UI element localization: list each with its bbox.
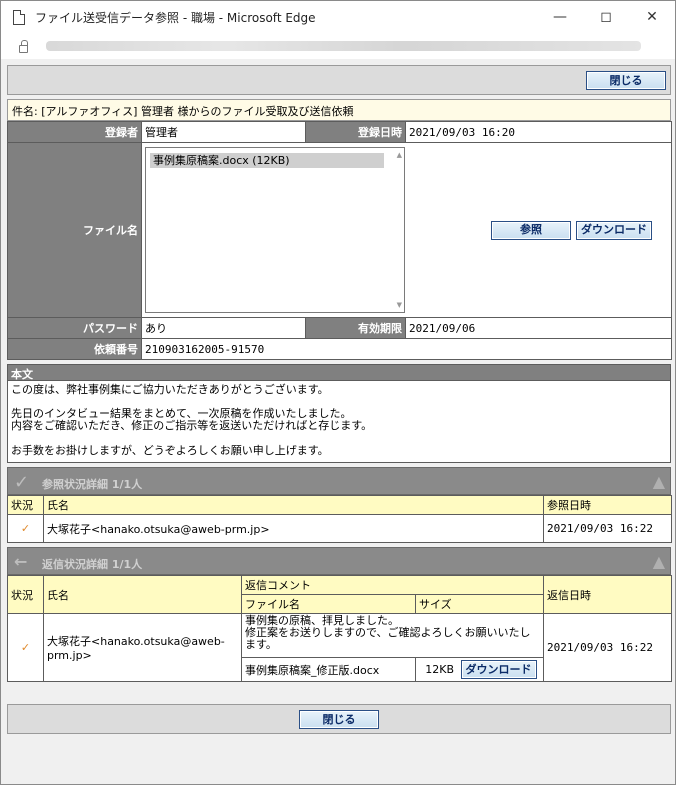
reply-file: 事例集原稿案_修正版.docx <box>241 657 416 682</box>
col-status: 状況 <box>7 495 44 515</box>
registrant-value: 管理者 <box>141 121 306 143</box>
top-toolbar: 閉じる <box>7 65 671 95</box>
collapse-up-icon[interactable]: ▲ <box>653 552 665 571</box>
body-line: お手数をお掛けしますが、どうぞよろしくお願い申し上げます。 <box>11 443 329 457</box>
reply-size: 12KB <box>425 662 454 676</box>
col-status: 状況 <box>7 575 44 614</box>
title-bar: ファイル送受信データ参照 - 職場 - Microsoft Edge — ◻ ✕ <box>1 1 675 33</box>
close-button-bottom[interactable]: 閉じる <box>299 710 379 729</box>
table-row: ✓ 大塚花子<hanako.otsuka@aweb-prm.jp> 事例集の原稿… <box>7 613 672 682</box>
reg-date-value: 2021/09/03 16:20 <box>405 121 672 143</box>
col-comment: 返信コメント <box>241 575 544 595</box>
row-time: 2021/09/03 16:22 <box>543 613 672 682</box>
expiry-label: 有効期限 <box>305 317 406 339</box>
reply-status-header[interactable]: ← 返信状況詳細 1/1人 ▲ <box>7 547 671 575</box>
page-content: 閉じる 件名: [アルファオフィス] 管理者 様からのファイル受取及び送信依頼 … <box>7 65 672 734</box>
reply-size-cell: 12KB ダウンロード <box>415 657 544 682</box>
collapse-up-icon[interactable]: ▲ <box>653 472 665 491</box>
maximize-icon[interactable]: ◻ <box>583 1 629 33</box>
file-cell: 事例集原稿案.docx (12KB) ▲ ▼ 参照 ダウンロード <box>141 142 672 318</box>
table-row: ✓ 大塚花子<hanako.otsuka@aweb-prm.jp> 2021/0… <box>7 514 672 543</box>
password-value: あり <box>141 317 306 339</box>
request-no-label: 依頼番号 <box>7 338 142 360</box>
window-title: ファイル送受信データ参照 - 職場 - Microsoft Edge <box>35 10 316 25</box>
comment-line: 修正案をお送りしますので、ご確認よろしくお願いいたします。 <box>245 626 531 651</box>
reply-status-table: 状況 氏名 返信コメント 返信日時 ファイル名 サイズ ✓ 大塚花子<hanak… <box>7 575 672 682</box>
subject-line: 件名: [アルファオフィス] 管理者 様からのファイル受取及び送信依頼 <box>7 99 671 121</box>
reg-date-label: 登録日時 <box>305 121 406 143</box>
page-icon <box>13 9 25 25</box>
check-icon: ✓ <box>7 613 44 682</box>
filename-label: ファイル名 <box>7 142 142 318</box>
ref-status-header[interactable]: ✓ 参照状況詳細 1/1人 ▲ <box>7 467 671 495</box>
row-name: 大塚花子<hanako.otsuka@aweb-prm.jp> <box>43 514 544 543</box>
request-no-value: 210903162005-91570 <box>141 338 672 360</box>
close-button-top[interactable]: 閉じる <box>586 71 666 90</box>
row-name: 大塚花子<hanako.otsuka@aweb-prm.jp> <box>43 613 242 682</box>
ref-status-table: 状況 氏名 参照日時 ✓ 大塚花子<hanako.otsuka@aweb-prm… <box>7 495 672 543</box>
reply-status-icon: ← <box>14 552 28 571</box>
col-name: 氏名 <box>43 495 544 515</box>
col-reply-time: 返信日時 <box>543 575 672 614</box>
col-ref-time: 参照日時 <box>543 495 672 515</box>
browse-button[interactable]: 参照 <box>491 220 571 240</box>
ref-status-title: 参照状況詳細 1/1人 <box>42 478 143 491</box>
body-line: この度は、弊社事例集にご協力いただきありがとうございます。 <box>11 383 329 396</box>
file-list-item[interactable]: 事例集原稿案.docx (12KB) <box>150 153 384 168</box>
address-bar[interactable] <box>1 33 675 59</box>
minimize-icon[interactable]: — <box>537 1 583 33</box>
file-listbox[interactable]: 事例集原稿案.docx (12KB) ▲ ▼ <box>145 147 405 313</box>
password-label: パスワード <box>7 317 142 339</box>
col-filename: ファイル名 <box>241 594 416 614</box>
reply-comment: 事例集の原稿、拝見しました。 修正案をお送りしますので、ご確認よろしくお願いいた… <box>241 613 544 658</box>
download-button[interactable]: ダウンロード <box>576 220 652 240</box>
body-text: この度は、弊社事例集にご協力いただきありがとうございます。 先日のインタビュー結… <box>7 381 671 463</box>
col-size: サイズ <box>415 594 544 614</box>
reply-status-title: 返信状況詳細 1/1人 <box>42 558 143 571</box>
close-icon[interactable]: ✕ <box>629 1 675 33</box>
reply-download-button[interactable]: ダウンロード <box>460 660 537 679</box>
registrant-label: 登録者 <box>7 121 142 143</box>
body-line: 内容をご確認いただき、修正のご指示等を返送いただければと存じます。 <box>11 419 373 433</box>
scroll-up-icon[interactable]: ▲ <box>397 151 402 159</box>
expiry-value: 2021/09/06 <box>405 317 672 339</box>
browser-window: ファイル送受信データ参照 - 職場 - Microsoft Edge — ◻ ✕… <box>0 0 676 785</box>
lock-icon <box>19 39 28 53</box>
col-name: 氏名 <box>43 575 242 614</box>
scroll-down-icon[interactable]: ▼ <box>397 301 402 309</box>
body-header: 本文 <box>7 364 671 381</box>
info-table: 登録者 管理者 登録日時 2021/09/03 16:20 ファイル名 事例集原… <box>7 121 672 360</box>
row-time: 2021/09/03 16:22 <box>543 514 672 543</box>
url-text-blurred[interactable] <box>46 41 641 51</box>
reference-status-icon: ✓ <box>14 472 30 493</box>
window-controls: — ◻ ✕ <box>537 1 675 33</box>
check-icon: ✓ <box>7 514 44 543</box>
bottom-toolbar: 閉じる <box>7 704 671 734</box>
